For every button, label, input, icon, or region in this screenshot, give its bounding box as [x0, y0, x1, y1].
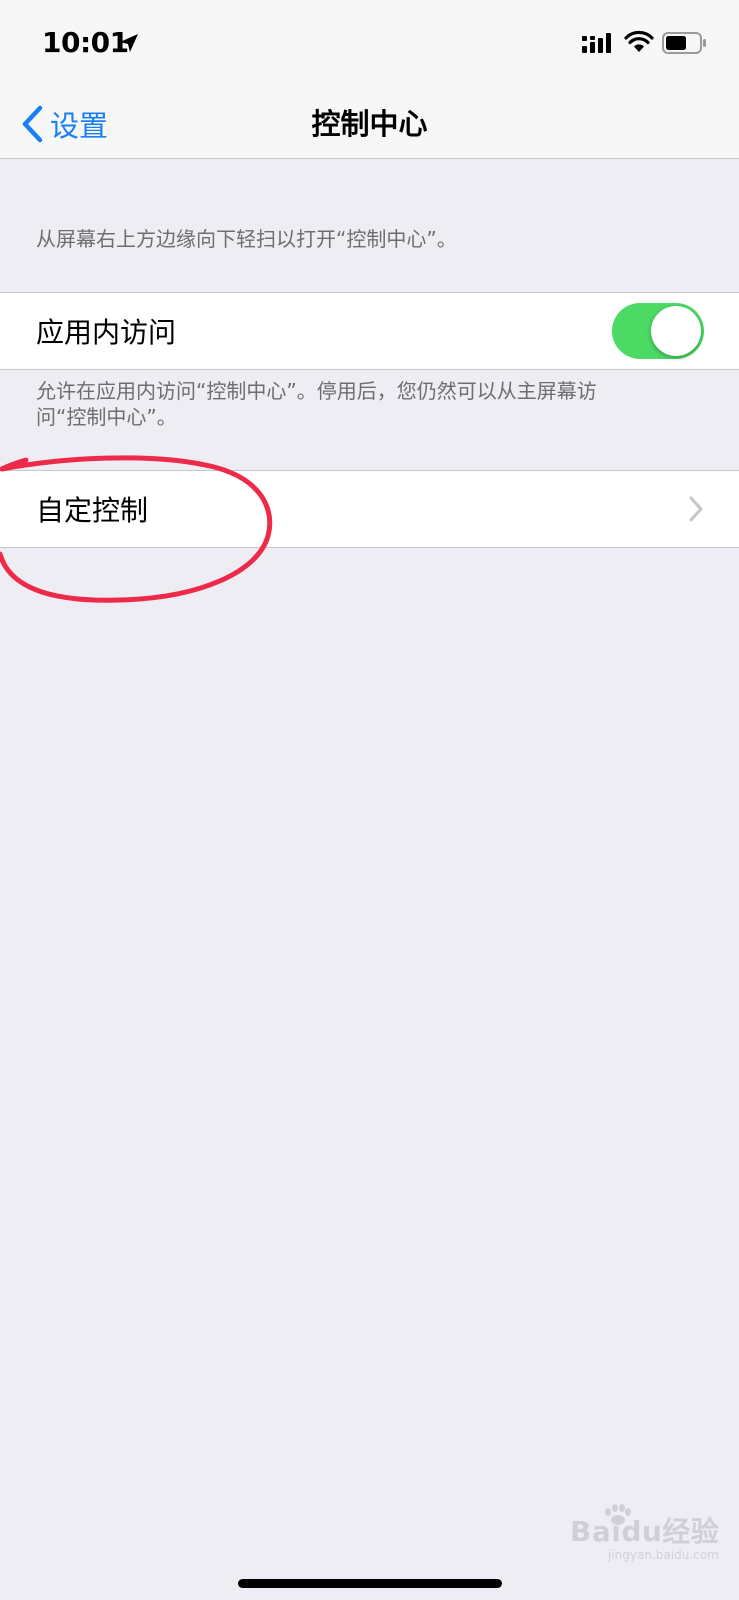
customize-controls-label: 自定控制: [36, 494, 149, 527]
status-time: 10:01: [42, 26, 129, 59]
location-arrow-icon: [120, 34, 138, 52]
watermark-main-text: Baidu经验: [570, 1515, 720, 1548]
watermark-sub-text: jingyan.baidu.com: [608, 1548, 719, 1562]
navigation-bar: 设置 控制中心: [0, 90, 739, 159]
page-title: 控制中心: [311, 107, 428, 141]
customize-controls-row[interactable]: 自定控制: [0, 470, 739, 548]
in-app-access-footer: 允许在应用内访问“控制中心”。停用后，您仍然可以从主屏幕访问“控制中心”。: [36, 379, 597, 429]
wifi-icon: [624, 30, 654, 52]
cellular-signal-icon: [582, 33, 611, 53]
baidu-watermark-logo: Baidu经验 jingyan.baidu.com: [570, 1504, 730, 1568]
paw-icon: [605, 1504, 631, 1525]
in-app-access-label: 应用内访问: [36, 316, 177, 349]
in-app-access-toggle[interactable]: [612, 303, 704, 359]
toggle-knob: [651, 306, 701, 356]
battery-icon: [662, 32, 706, 54]
intro-note: 从屏幕右上方边缘向下轻扫以打开“控制中心”。: [36, 227, 457, 251]
home-indicator: [238, 1579, 502, 1588]
in-app-access-row: 应用内访问: [0, 292, 739, 370]
chevron-right-icon: [689, 496, 703, 522]
status-bar: 10:01: [0, 0, 739, 90]
